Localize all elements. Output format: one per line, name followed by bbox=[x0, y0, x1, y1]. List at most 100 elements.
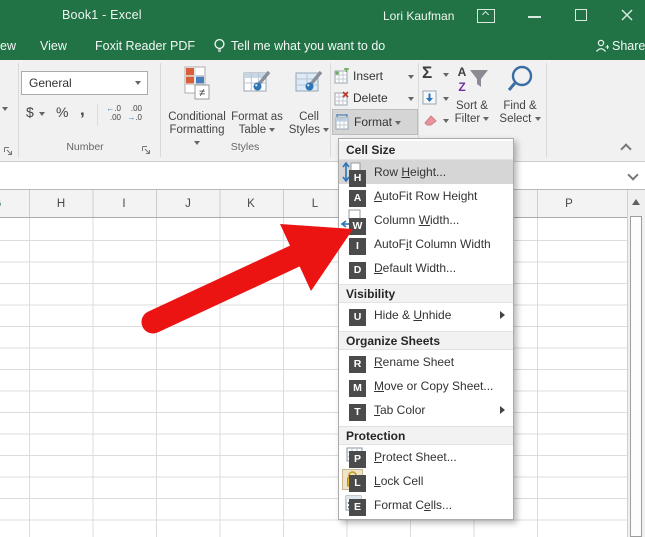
format-cells-size-icon bbox=[335, 114, 351, 133]
scroll-up-button[interactable] bbox=[628, 190, 645, 214]
collapse-ribbon-icon[interactable] bbox=[620, 143, 631, 154]
sigma-icon: Σ bbox=[422, 63, 432, 82]
dropdown-caret-icon bbox=[408, 97, 414, 101]
scrollbar-thumb[interactable] bbox=[630, 216, 642, 537]
share-button[interactable]: Share bbox=[612, 39, 645, 53]
menu-item-default-width[interactable]: D Default Width... bbox=[339, 256, 513, 280]
decrease-decimal-button[interactable]: .00 →.0 bbox=[124, 104, 142, 122]
dropdown-caret-icon[interactable] bbox=[2, 107, 8, 111]
fill-down-icon bbox=[422, 94, 437, 108]
clear-button[interactable] bbox=[422, 113, 439, 130]
comma-style-button[interactable]: , bbox=[80, 100, 85, 120]
sheet-grid[interactable] bbox=[0, 218, 627, 537]
number-format-select[interactable]: General bbox=[21, 71, 148, 95]
dropdown-caret-icon bbox=[269, 128, 275, 132]
column-header-l[interactable]: L bbox=[285, 190, 345, 218]
column-header-i[interactable]: I bbox=[94, 190, 154, 218]
tab-foxit-reader-pdf[interactable]: Foxit Reader PDF bbox=[95, 39, 195, 53]
svg-text:≠: ≠ bbox=[199, 87, 205, 99]
maximize-button[interactable] bbox=[575, 9, 587, 21]
menu-item-move-or-copy-sheet[interactable]: M Move or Copy Sheet... bbox=[339, 374, 513, 398]
button-label: Select bbox=[499, 113, 531, 125]
ribbon-display-options-icon[interactable] bbox=[477, 9, 495, 23]
keytip-badge: A bbox=[349, 190, 366, 207]
tab-view[interactable]: View bbox=[40, 39, 67, 53]
menu-item-protect-sheet[interactable]: P Protect Sheet... bbox=[339, 445, 513, 469]
button-label: Find & bbox=[496, 100, 544, 114]
keytip-badge: R bbox=[349, 356, 366, 373]
button-label: Cell bbox=[286, 111, 332, 125]
menu-section-visibility: Visibility bbox=[339, 284, 513, 303]
menu-item-label: Row Height... bbox=[374, 165, 446, 179]
menu-item-hide-unhide[interactable]: U Hide & Unhide bbox=[339, 303, 513, 327]
column-header-h[interactable]: H bbox=[31, 190, 91, 218]
column-header-j[interactable]: J bbox=[158, 190, 218, 218]
column-header-g[interactable]: G bbox=[0, 190, 27, 218]
menu-item-column-width[interactable]: W Column Width... bbox=[339, 208, 513, 232]
tell-me-box[interactable]: Tell me what you want to do bbox=[231, 39, 385, 53]
button-label: Insert bbox=[353, 69, 383, 83]
submenu-arrow-icon bbox=[500, 311, 505, 319]
increase-decimal-button[interactable]: ←.0 .00 bbox=[103, 104, 121, 122]
menu-item-lock-cell[interactable]: L Lock Cell bbox=[339, 469, 513, 493]
keytip-badge: T bbox=[349, 404, 366, 421]
keytip-badge: P bbox=[349, 451, 366, 468]
dropdown-caret-icon bbox=[408, 75, 414, 79]
keytip-badge: U bbox=[349, 309, 366, 326]
menu-item-format-cells[interactable]: E Format Cells... bbox=[339, 493, 513, 517]
menu-item-autofit-column-width[interactable]: I AutoFit Column Width bbox=[339, 232, 513, 256]
keytip-badge: L bbox=[349, 475, 366, 492]
column-headers[interactable]: G H I J K L P bbox=[0, 190, 627, 218]
expand-formula-bar-icon[interactable] bbox=[627, 169, 638, 180]
magnifier-icon bbox=[503, 86, 537, 98]
button-label: Format as bbox=[228, 111, 286, 125]
styles-group-label: Styles bbox=[190, 141, 300, 153]
dropdown-caret-icon[interactable] bbox=[443, 73, 449, 77]
menu-section-cell-size: Cell Size bbox=[339, 141, 513, 160]
accounting-format-button[interactable]: $ bbox=[26, 104, 34, 120]
window-title: Book1 - Excel bbox=[62, 8, 142, 22]
button-label: Delete bbox=[353, 91, 388, 105]
dropdown-caret-icon bbox=[395, 121, 401, 125]
menu-item-autofit-row-height[interactable]: A AutoFit Row Height bbox=[339, 184, 513, 208]
dialog-launcher-icon[interactable] bbox=[3, 144, 14, 155]
menu-item-rename-sheet[interactable]: R Rename Sheet bbox=[339, 350, 513, 374]
number-format-value: General bbox=[29, 76, 72, 90]
menu-item-label: Lock Cell bbox=[374, 474, 423, 488]
dialog-launcher-icon[interactable] bbox=[141, 143, 152, 154]
formula-bar[interactable] bbox=[0, 162, 645, 190]
autosum-button[interactable]: Σ bbox=[422, 63, 432, 83]
vertical-scrollbar[interactable] bbox=[627, 190, 645, 537]
format-menu: Cell Size H Row Height... A AutoFit Row … bbox=[338, 138, 514, 520]
minimize-button[interactable] bbox=[528, 16, 541, 18]
fill-button[interactable] bbox=[422, 90, 437, 108]
menu-section-organize-sheets: Organize Sheets bbox=[339, 331, 513, 350]
dropdown-caret-icon bbox=[535, 117, 541, 121]
insert-cells-icon bbox=[334, 68, 350, 87]
cell-styles-icon bbox=[286, 65, 332, 108]
dropdown-caret-icon bbox=[323, 128, 329, 132]
dropdown-caret-icon[interactable] bbox=[443, 97, 449, 101]
dropdown-caret-icon[interactable] bbox=[39, 112, 45, 116]
close-button[interactable] bbox=[620, 8, 634, 22]
button-label: Styles bbox=[289, 124, 320, 136]
menu-item-label: Move or Copy Sheet... bbox=[374, 379, 493, 393]
column-header-p[interactable]: P bbox=[539, 190, 599, 218]
insert-cells-button[interactable]: Insert bbox=[332, 66, 418, 88]
column-header-k[interactable]: K bbox=[221, 190, 281, 218]
find-select-button[interactable]: Find & Select bbox=[496, 63, 544, 127]
percent-style-button[interactable]: % bbox=[56, 104, 68, 120]
menu-item-row-height[interactable]: H Row Height... bbox=[339, 160, 513, 184]
delete-cells-icon bbox=[334, 90, 350, 109]
tab-review-partial[interactable]: ew bbox=[0, 39, 16, 53]
menu-item-label: Format Cells... bbox=[374, 498, 452, 512]
format-button[interactable]: Format bbox=[332, 109, 418, 135]
menu-item-label: Protect Sheet... bbox=[374, 450, 457, 464]
dropdown-caret-icon[interactable] bbox=[443, 119, 449, 123]
keytip-badge: I bbox=[349, 238, 366, 255]
sort-filter-button[interactable]: A Z Sort & Filter bbox=[450, 63, 494, 127]
menu-item-tab-color[interactable]: T Tab Color bbox=[339, 398, 513, 422]
menu-item-label: AutoFit Row Height bbox=[374, 189, 477, 203]
button-label: Formatting bbox=[170, 124, 225, 136]
delete-cells-button[interactable]: Delete bbox=[332, 88, 418, 110]
